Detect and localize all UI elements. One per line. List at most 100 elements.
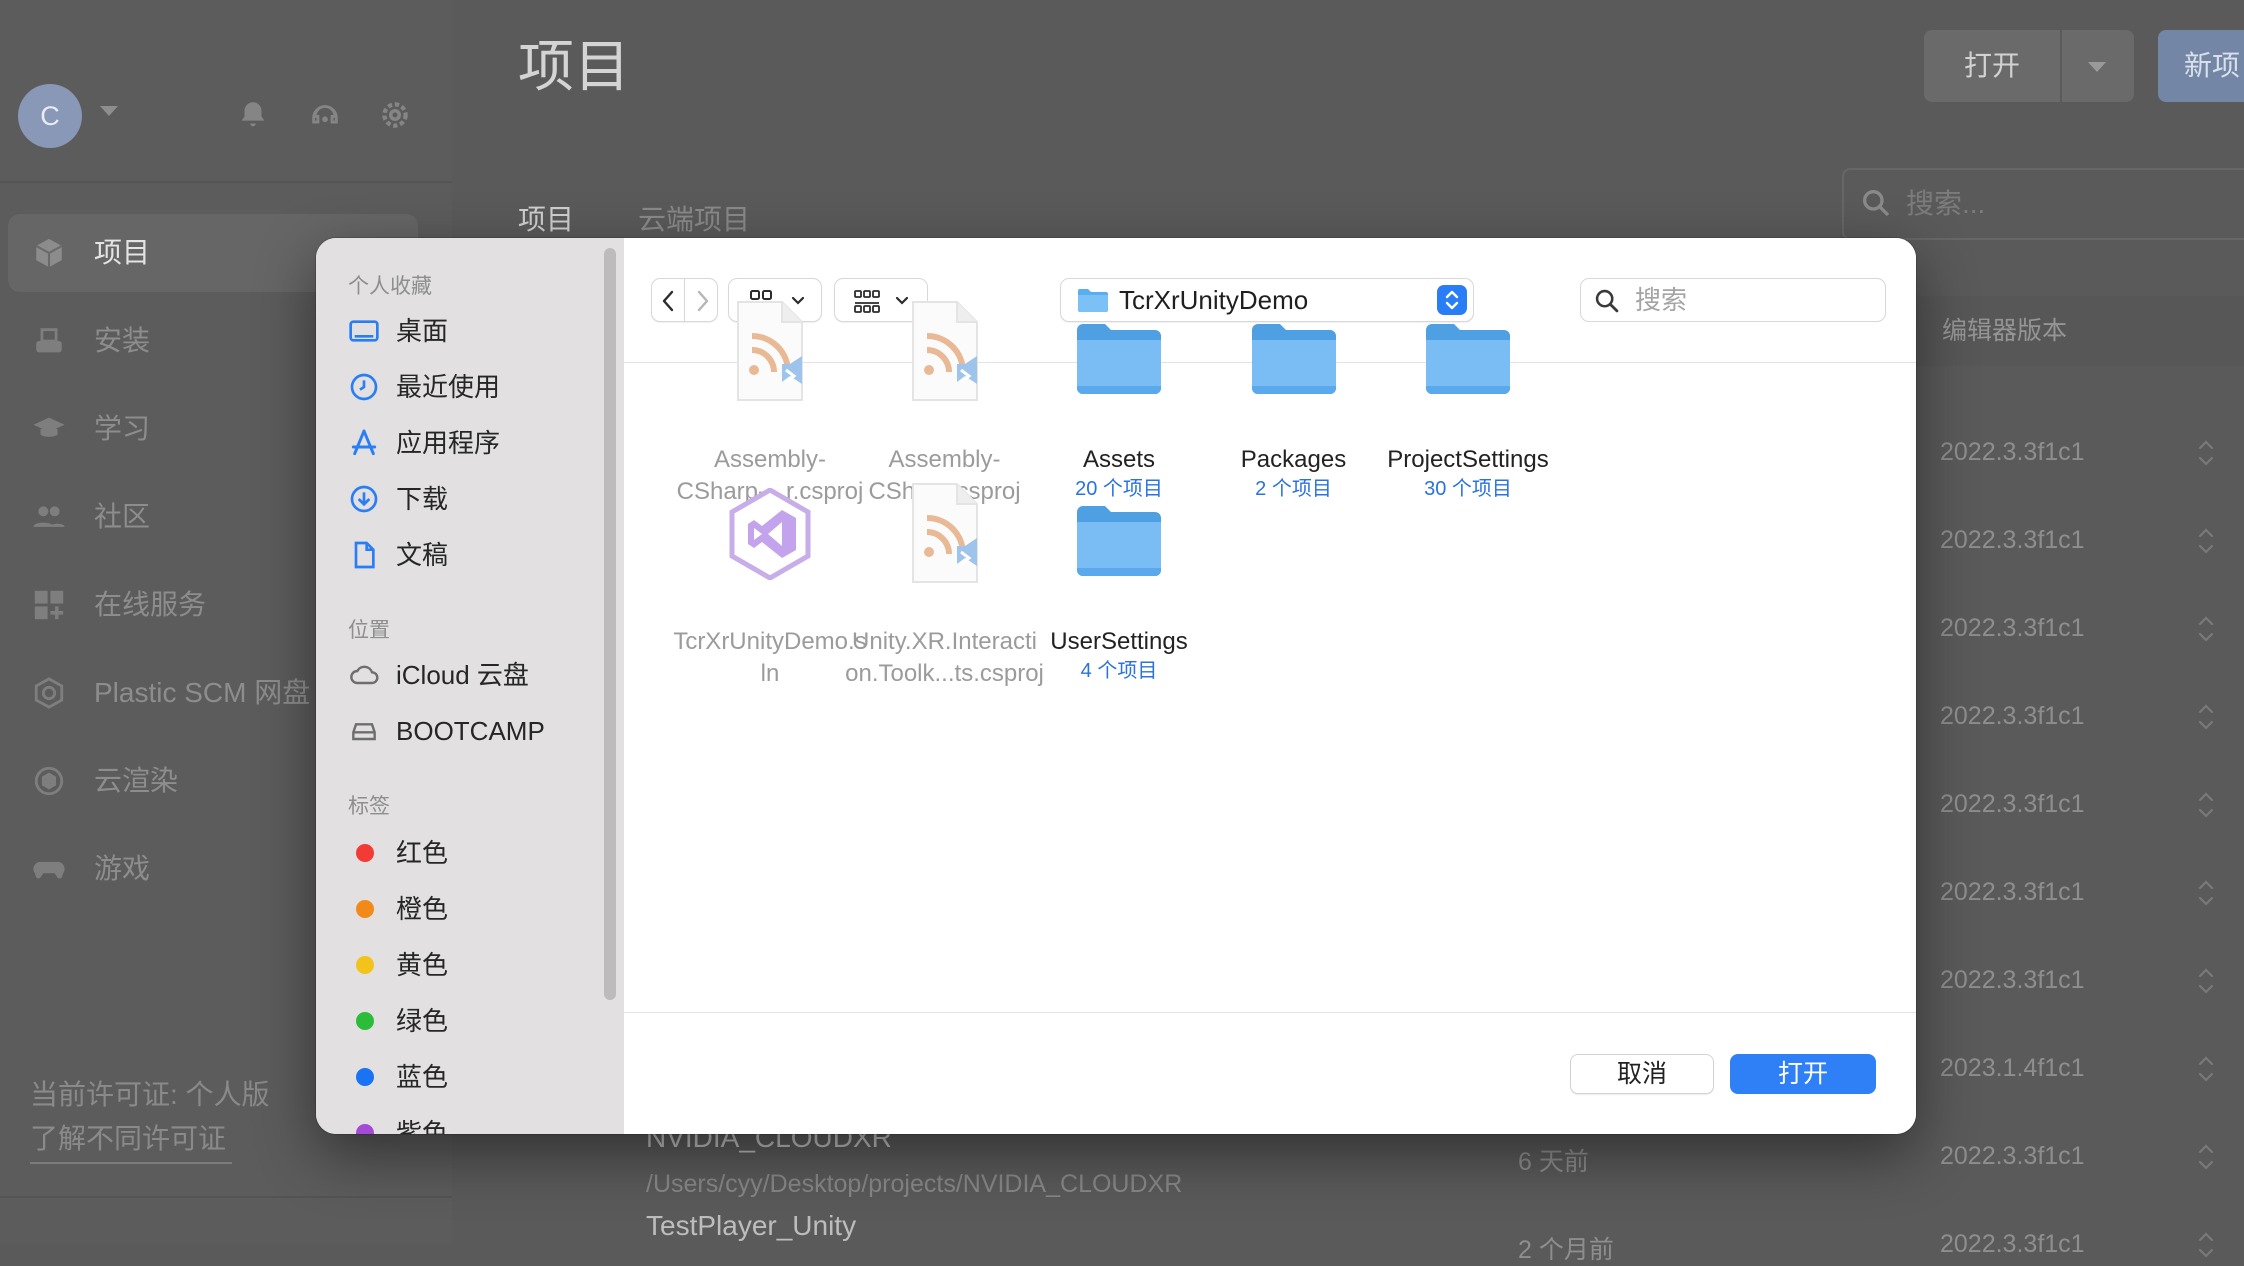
sidebar-section-favorites: 个人收藏 [348,275,432,298]
folder-icon [1077,506,1161,576]
chevron-down-icon[interactable] [100,106,118,116]
chevron-updown-icon[interactable] [2196,524,2216,558]
bell-icon[interactable] [236,98,270,132]
desktop-icon [349,320,379,342]
user-avatar[interactable]: C [18,84,82,148]
new-project-button[interactable]: 新项 [2158,30,2244,102]
csproj-file-icon [911,483,978,583]
search-icon [1595,289,1619,313]
folder-item[interactable]: ProjectSettings 30 个项目 [1344,292,1592,502]
sidebar-item-downloads[interactable]: 下载 [348,476,608,522]
sidebar-item-tag[interactable]: 绿色 [348,998,608,1044]
visual-studio-solution-icon [729,488,811,580]
cancel-button[interactable]: 取消 [1570,1054,1714,1094]
open-options-dropdown[interactable] [2062,30,2134,102]
chevron-updown-icon[interactable] [2196,612,2216,646]
folder-icon [1426,324,1510,394]
nav-label: Plastic SCM 网盘 [94,677,311,708]
file-name: ProjectSettings [1387,446,1549,473]
sidebar-item-label: iCloud 云盘 [396,660,529,690]
chevron-updown-icon[interactable] [2196,964,2216,998]
sidebar-item-desktop[interactable]: 桌面 [348,308,608,354]
people-icon [33,506,65,527]
tag-color-dot [356,1124,374,1134]
editor-version-label[interactable]: 2022.3.3f1c1 [1940,438,2085,467]
folder-icon [1251,324,1336,394]
sidebar-item-bootcamp[interactable]: BOOTCAMP [348,708,608,754]
csproj-file-icon [737,301,803,401]
folder-icon [1077,324,1161,394]
tag-color-dot [356,900,374,918]
drive-icon [36,328,62,353]
page-title: 项目 [518,35,630,98]
editor-version-label[interactable]: 2022.3.3f1c1 [1940,966,2085,995]
tag-color-dot [356,844,374,862]
support-headset-icon[interactable] [308,98,342,132]
editor-version-label[interactable]: 2022.3.3f1c1 [1940,878,2085,907]
nav-label: 社区 [94,501,151,532]
project-search-input[interactable]: 搜索... [1842,168,2244,240]
chevron-updown-icon[interactable] [2196,700,2216,734]
sidebar-item-recents[interactable]: 最近使用 [348,364,608,410]
editor-version-label[interactable]: 2022.3.3f1c1 [1940,526,2085,555]
sidebar-item-tag[interactable]: 黄色 [348,942,608,988]
search-placeholder: 搜索... [1906,188,1986,219]
sidebar-item-icloud[interactable]: iCloud 云盘 [348,652,608,698]
open-project-button[interactable]: 打开 [1924,30,2060,102]
sidebar-section-tags: 标签 [348,795,390,818]
column-editor-version[interactable]: 编辑器版本 [1942,296,2067,366]
editor-version-label[interactable]: 2023.1.4f1c1 [1940,1054,2085,1083]
editor-version-label[interactable]: 2022.3.3f1c1 [1940,790,2085,819]
project-modified-time: 2 个月前 [1518,1236,1614,1264]
editor-version-label[interactable]: 2022.3.3f1c1 [1940,1230,2085,1259]
dialog-sidebar: 个人收藏 桌面 最近使用 应用程序 下载 文稿 位置 iCloud 云盘 BOO… [316,238,625,1134]
gamepad-icon [33,861,65,879]
editor-version-label[interactable]: 2022.3.3f1c1 [1940,702,2085,731]
nav-label: 学习 [94,413,151,444]
open-button[interactable]: 打开 [1730,1054,1876,1094]
chevron-updown-icon[interactable] [2196,1140,2216,1174]
grid-plus-icon [34,590,64,620]
tag-color-dot [356,1012,374,1030]
download-icon [350,485,378,513]
item-count: 4 个项目 [1080,660,1158,682]
license-label: 当前许可证: 个人版 [30,1079,270,1110]
plastic-scm-icon [34,677,64,709]
file-name: UserSettings [1050,628,1188,655]
chevron-updown-icon[interactable] [2196,876,2216,910]
sidebar-item-label: 桌面 [396,316,449,346]
gear-icon[interactable] [378,98,412,132]
folder-item[interactable]: UserSettings 4 个项目 [995,474,1243,684]
sidebar-item-tag[interactable]: 紫色 [348,1110,608,1134]
tab-cloud-projects[interactable]: 云端项目 [638,198,750,238]
sidebar-item-tag[interactable]: 橙色 [348,886,608,932]
chevron-updown-icon[interactable] [2196,788,2216,822]
sidebar-item-tag[interactable]: 红色 [348,830,608,876]
footer-divider [624,1012,1916,1013]
sidebar-item-label: 文稿 [396,540,449,570]
sidebar-item-tag[interactable]: 蓝色 [348,1054,608,1100]
applications-icon [351,429,377,456]
chevron-updown-icon[interactable] [2196,1228,2216,1262]
clock-icon [350,373,378,401]
sidebar-item-label: 红色 [396,838,449,868]
sidebar-item-documents[interactable]: 文稿 [348,532,608,578]
sidebar-scrollbar[interactable] [604,248,616,1000]
item-count: 30 个项目 [1424,478,1512,500]
license-link[interactable]: 了解不同许可证 [30,1116,233,1164]
csproj-file-icon [911,301,978,401]
chevron-updown-icon[interactable] [2196,436,2216,470]
tab-projects[interactable]: 项目 [518,198,574,238]
nav-label: 游戏 [94,853,151,884]
search-icon [1863,190,1890,217]
nav-label: 项目 [94,237,151,268]
sidebar-item-label: 黄色 [396,950,449,980]
project-name[interactable]: TestPlayer_Unity [646,1210,856,1242]
editor-version-label[interactable]: 2022.3.3f1c1 [1940,614,2085,643]
sidebar-item-applications[interactable]: 应用程序 [348,420,608,466]
chevron-updown-icon[interactable] [2196,1052,2216,1086]
disk-icon [352,723,376,741]
dialog-search-input[interactable]: 搜索 [1580,278,1886,322]
sidebar-section-locations: 位置 [348,619,390,642]
editor-version-label[interactable]: 2022.3.3f1c1 [1940,1142,2085,1171]
